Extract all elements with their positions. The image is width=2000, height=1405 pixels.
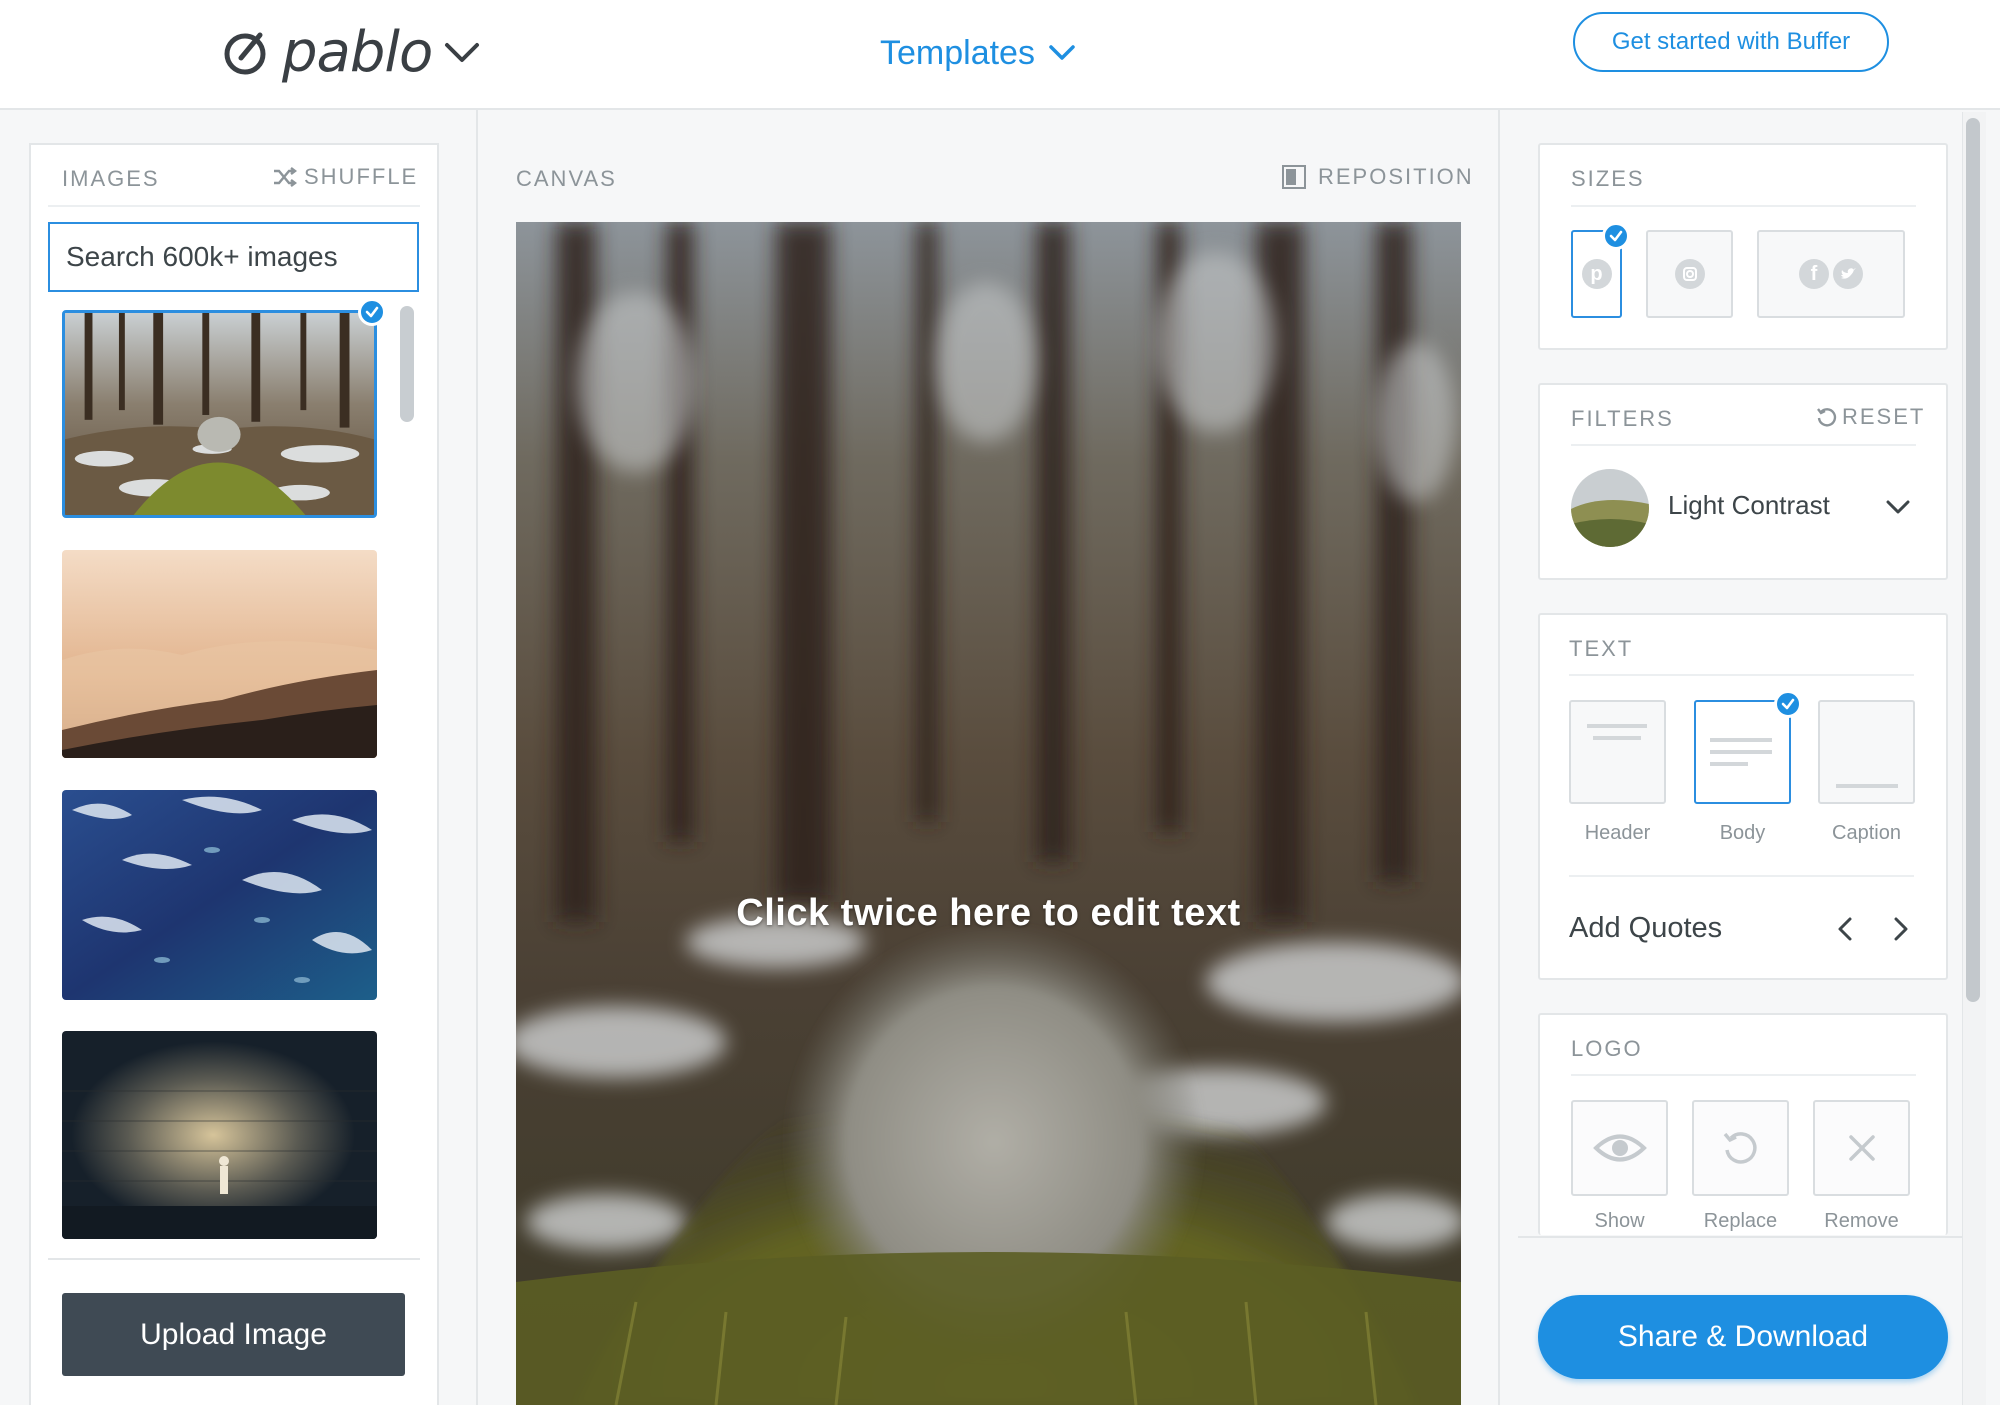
header-line-icon [1587,724,1647,728]
body-line-icon [1710,738,1772,742]
forest-moss-log-image [65,313,374,515]
logo-replace-button[interactable] [1692,1100,1789,1196]
text-style-caption[interactable] [1818,700,1915,804]
images-title: IMAGES [62,166,160,191]
reposition-icon [1282,165,1306,189]
divider [1571,444,1916,446]
reset-label: RESET [1842,404,1926,429]
ocean-fish-image [62,790,377,1000]
share-download-button[interactable]: Share & Download [1538,1295,1948,1379]
text-style-body-label: Body [1719,822,1766,844]
size-option-facebook-twitter[interactable]: f [1757,230,1905,318]
shuffle-button[interactable]: SHUFFLE [272,164,418,190]
design-canvas[interactable] [516,222,1461,1405]
shuffle-label: SHUFFLE [304,164,419,189]
text-style-caption-label: Caption [1832,822,1901,844]
search-input[interactable] [64,240,429,274]
divider [1571,1074,1916,1076]
image-thumbnail[interactable] [62,550,377,758]
selected-check-icon [358,298,386,326]
reset-button[interactable]: RESET [1816,404,1925,430]
divider [1518,1236,1968,1238]
logo-replace-label: Replace [1703,1210,1778,1232]
text-title: TEXT [1569,636,1634,661]
logo-remove-label: Remove [1824,1210,1899,1232]
canvas-background-image [516,222,1461,1405]
filter-select-value[interactable]: Light Contrast [1668,490,1830,521]
stone-wall-figure-image [62,1031,377,1239]
instagram-icon [1674,259,1705,289]
misty-mountains-image [62,550,377,758]
canvas-overlay-text[interactable]: Click twice here to edit text [516,892,1461,935]
body-line-icon [1710,750,1772,754]
upload-image-button[interactable]: Upload Image [62,1293,405,1376]
header-line-icon [1593,736,1641,740]
logo-text: pablo [282,19,433,85]
image-thumbnail[interactable] [62,790,377,1000]
caption-line-icon [1836,784,1898,788]
divider [1571,205,1916,207]
shuffle-icon [274,167,297,187]
chevron-down-icon[interactable] [1884,496,1912,518]
pablo-logo-icon [224,32,266,75]
templates-label: Templates [880,33,1035,72]
logo-title: LOGO [1571,1036,1643,1061]
sizes-title: SIZES [1571,166,1645,191]
body-line-icon [1710,762,1748,766]
close-icon [1848,1135,1875,1161]
add-quotes-label[interactable]: Add Quotes [1569,912,1722,945]
chevron-left-icon[interactable] [1835,914,1855,944]
filter-preview-thumbnail [1571,469,1649,547]
text-style-header-label: Header [1584,822,1651,844]
canvas-title: CANVAS [516,166,617,191]
text-style-header[interactable] [1569,700,1666,804]
thumbnails-scrollbar[interactable] [400,306,414,422]
chevron-right-icon[interactable] [1891,914,1911,944]
reposition-button[interactable]: REPOSITION [1282,164,1474,190]
divider [48,205,420,207]
image-thumbnail[interactable] [62,310,377,518]
replace-icon [1723,1132,1757,1164]
facebook-icon: f [1799,259,1829,289]
twitter-icon [1833,259,1863,289]
logo-show-label: Show [1594,1210,1645,1232]
selected-check-icon [1602,222,1630,250]
chevron-down-icon[interactable] [442,37,482,67]
logo-remove-button[interactable] [1813,1100,1910,1196]
eye-icon [1592,1134,1647,1162]
page-scrollbar[interactable] [1966,118,1980,1002]
selected-check-icon [1774,690,1802,718]
reset-icon [1817,408,1837,427]
image-search-box[interactable] [48,222,429,292]
filters-title: FILTERS [1571,406,1674,431]
divider [1569,875,1914,877]
divider [48,1258,420,1260]
templates-menu[interactable]: Templates [880,24,1077,82]
get-started-button[interactable]: Get started with Buffer [1573,12,1889,72]
logo-show-button[interactable] [1571,1100,1668,1196]
pinterest-icon: p [1581,259,1612,289]
divider [1569,674,1914,676]
reposition-label: REPOSITION [1318,164,1474,189]
chevron-down-icon [1049,45,1075,60]
text-style-body[interactable] [1694,700,1791,804]
pablo-logo[interactable]: pablo [222,12,482,92]
size-option-instagram[interactable] [1646,230,1733,318]
image-thumbnail[interactable] [62,1031,377,1239]
